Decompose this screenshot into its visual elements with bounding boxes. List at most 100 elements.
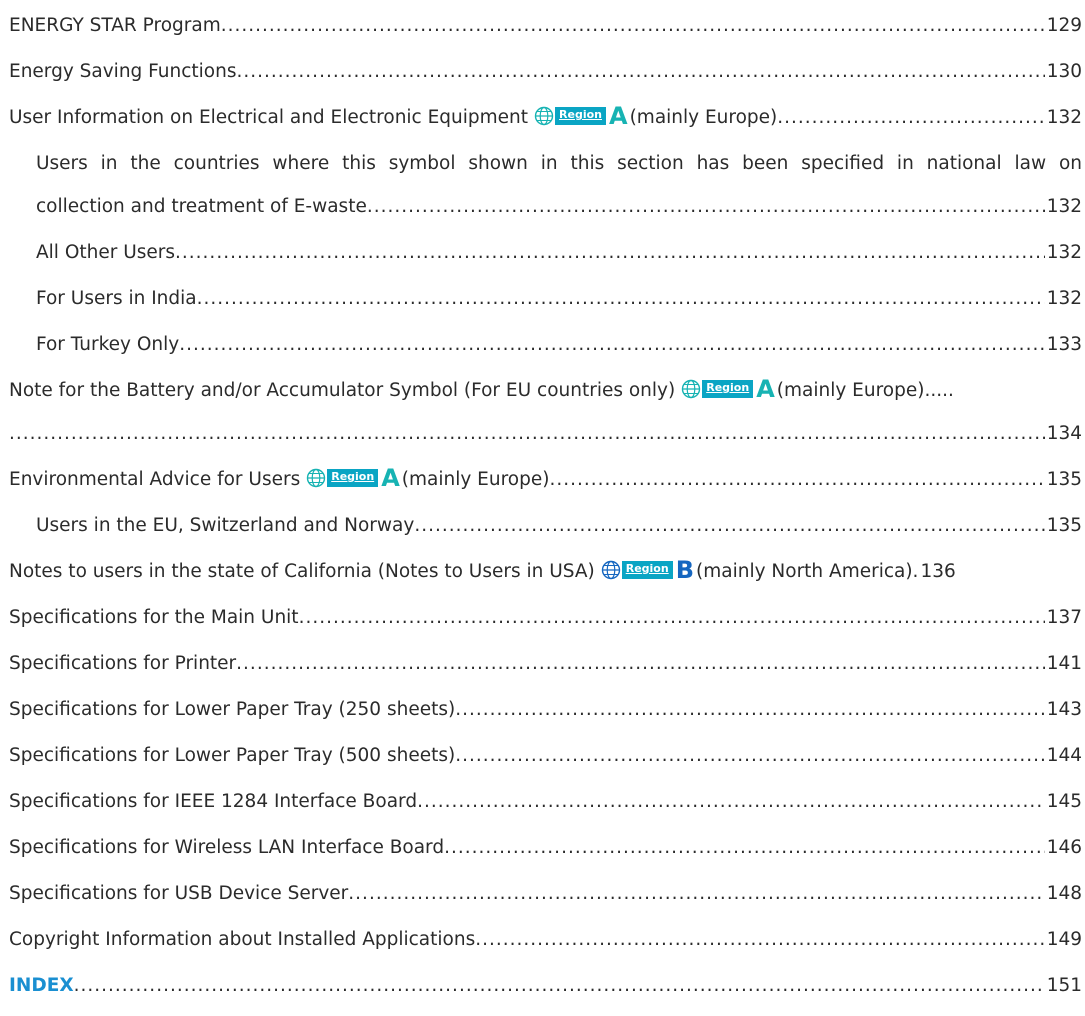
toc-entry-california[interactable]: Notes to users in the state of Californi… — [9, 556, 1082, 587]
toc-entry-spec-wlan[interactable]: Specifications for Wireless LAN Interfac… — [9, 832, 1082, 863]
dot-leader — [175, 237, 1045, 268]
region-b-mark: Region B — [601, 556, 694, 584]
toc-page-number: 132 — [1046, 288, 1082, 309]
region-suffix: (mainly Europe) — [629, 107, 778, 128]
region-badge: Region — [702, 380, 754, 398]
region-a-mark: Region A — [534, 102, 628, 130]
toc-entry-spec-main-unit[interactable]: Specifications for the Main Unit 137 — [9, 602, 1082, 633]
toc-entry-label-line1: Users in the countries where this symbol… — [36, 153, 1082, 174]
toc-entry-label: All Other Users — [36, 242, 176, 263]
toc-entry-label-line1: Note for the Battery and/or Accumulator … — [9, 375, 1082, 406]
toc-entry-label-text: Note for the Battery and/or Accumulator … — [9, 380, 676, 401]
region-badge: Region — [621, 561, 673, 579]
dot-leader — [414, 510, 1044, 541]
region-letter: B — [675, 556, 694, 584]
dot-leader — [367, 191, 1045, 222]
dot-leader — [475, 924, 1044, 955]
toc-entry-label: Notes to users in the state of Californi… — [9, 556, 918, 587]
region-a-mark: Region A — [681, 375, 775, 403]
toc-page-number: 132 — [1046, 107, 1082, 128]
toc-entry-label: Environmental Advice for Users Region A (ma… — [9, 464, 549, 495]
globe-icon — [307, 468, 326, 488]
toc-entry-label: Users in the EU, Switzerland and Norway — [36, 515, 415, 536]
toc-entry-label: Specifications for USB Device Server — [9, 883, 349, 904]
toc-entry-all-other-users[interactable]: All Other Users 132 — [9, 237, 1082, 268]
toc-page-number: 132 — [1046, 242, 1082, 263]
toc-entry-line2: collection and treatment of E-waste 132 — [36, 191, 1082, 222]
toc-entry-energy-saving[interactable]: Energy Saving Functions 130 — [9, 56, 1082, 87]
dot-leader — [777, 102, 1044, 133]
toc-entry-spec-tray-500[interactable]: Specifications for Lower Paper Tray (500… — [9, 740, 1082, 771]
globe-icon — [601, 560, 620, 580]
toc-page-number: 130 — [1046, 61, 1082, 82]
toc-page-number: 146 — [1046, 837, 1082, 858]
dot-leader — [417, 786, 1045, 817]
region-suffix: (mainly Europe) — [776, 380, 925, 401]
toc-entry-label-text: Notes to users in the state of Californi… — [9, 561, 595, 582]
toc-entry-copyright[interactable]: Copyright Information about Installed Ap… — [9, 924, 1082, 955]
toc-entry-label: Specifications for Lower Paper Tray (250… — [9, 699, 456, 720]
toc-page-number: 149 — [1046, 929, 1082, 950]
toc-page-number: 133 — [1046, 334, 1082, 355]
toc-entry-label: For Users in India — [36, 288, 197, 309]
toc-entry-user-information[interactable]: User Information on Electrical and Elect… — [9, 102, 1082, 133]
region-badge: Region — [555, 107, 606, 125]
toc-entry-label: Specifications for the Main Unit — [9, 607, 299, 628]
region-letter: A — [609, 102, 628, 130]
region-a-mark: Region A — [306, 464, 400, 492]
dot-leader — [237, 56, 1045, 87]
toc-entry-label: Copyright Information about Installed Ap… — [9, 929, 476, 950]
region-suffix: (mainly North America). — [696, 561, 919, 582]
toc-entry-label: User Information on Electrical and Elect… — [9, 102, 777, 133]
toc-entry-index[interactable]: INDEX 151 — [9, 970, 1082, 1001]
toc-entry-label-line2: collection and treatment of E-waste — [36, 196, 367, 217]
region-letter: A — [381, 464, 400, 492]
toc-page-number: 136 — [920, 561, 956, 582]
toc-entry-eu-users[interactable]: Users in the EU, Switzerland and Norway … — [9, 510, 1082, 541]
region-badge: Region — [327, 469, 379, 487]
toc-entry-label: Specifications for Wireless LAN Interfac… — [9, 837, 445, 858]
toc-entry-label: Energy Saving Functions — [9, 61, 237, 82]
toc-page-number: 132 — [1046, 196, 1082, 217]
toc-entry-spec-tray-250[interactable]: Specifications for Lower Paper Tray (250… — [9, 694, 1082, 725]
globe-icon — [534, 106, 554, 126]
dot-leader — [549, 464, 1044, 495]
dot-leader — [179, 329, 1044, 360]
toc-entry-battery-symbol[interactable]: Note for the Battery and/or Accumulator … — [9, 375, 1082, 449]
toc-page-number: 143 — [1046, 699, 1082, 720]
toc-entry-label: ENERGY STAR Program — [9, 15, 221, 36]
toc-page-number: 135 — [1046, 469, 1082, 490]
toc-entry-label-text: User Information on Electrical and Elect… — [9, 107, 529, 128]
dot-leader — [74, 970, 1045, 1001]
toc-entry-label: Specifications for Lower Paper Tray (500… — [9, 745, 456, 766]
toc-page-number: 151 — [1046, 975, 1082, 996]
toc-entry-label: For Turkey Only — [36, 334, 180, 355]
dot-leader — [299, 602, 1045, 633]
toc-entry-spec-ieee[interactable]: Specifications for IEEE 1284 Interface B… — [9, 786, 1082, 817]
toc-entry-line2: 134 — [9, 418, 1082, 449]
dot-leader — [221, 10, 1045, 41]
toc-page-number: 145 — [1046, 791, 1082, 812]
toc-entry-environmental-advice[interactable]: Environmental Advice for Users Region A (ma… — [9, 464, 1082, 495]
toc-entry-turkey[interactable]: For Turkey Only 133 — [9, 329, 1082, 360]
toc-page-number: 134 — [1046, 423, 1082, 444]
toc-entry-users-in-countries[interactable]: Users in the countries where this symbol… — [9, 148, 1082, 222]
toc-entry-spec-usb[interactable]: Specifications for USB Device Server 148 — [9, 878, 1082, 909]
toc-entry-energy-star[interactable]: ENERGY STAR Program 129 — [9, 10, 1082, 41]
toc-entry-label: Specifications for Printer — [9, 653, 237, 674]
table-of-contents: ENERGY STAR Program 129 Energy Saving Fu… — [9, 10, 1082, 1016]
index-link[interactable]: INDEX — [9, 970, 74, 1001]
toc-entry-users-india[interactable]: For Users in India 132 — [9, 283, 1082, 314]
toc-page-number: 148 — [1046, 883, 1082, 904]
dot-leader — [197, 283, 1045, 314]
globe-icon — [682, 379, 701, 399]
dot-leader — [9, 418, 1045, 449]
dot-leader-tail: ..... — [924, 380, 954, 401]
region-letter: A — [756, 375, 775, 403]
dot-leader — [455, 740, 1045, 771]
toc-page-number: 135 — [1046, 515, 1082, 536]
toc-entry-spec-printer[interactable]: Specifications for Printer 141 — [9, 648, 1082, 679]
dot-leader — [444, 832, 1045, 863]
toc-entry-label-text: Environmental Advice for Users — [9, 469, 301, 490]
toc-page-number: 144 — [1046, 745, 1082, 766]
